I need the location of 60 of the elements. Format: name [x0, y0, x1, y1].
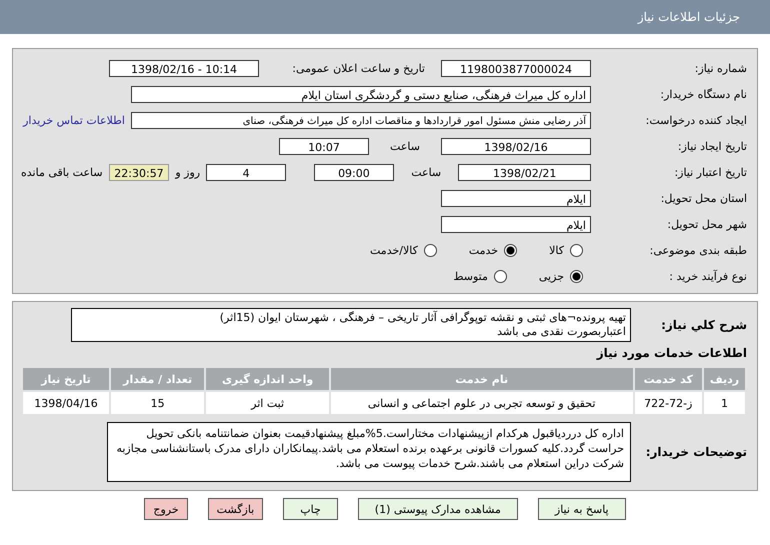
radio-label: کالا/خدمت	[370, 244, 418, 256]
field-label: نام دستگاه خریدار:	[659, 88, 747, 100]
created-time-field: 10:07	[279, 138, 369, 154]
action-button[interactable]: پاسخ به نیاز	[538, 498, 626, 520]
radio-label: متوسط	[453, 270, 488, 282]
validity-time-field: 09:00	[314, 164, 394, 180]
page-title: جزئیات اطلاعات نیاز	[638, 10, 740, 24]
buyer-notes-field: اداره کل درردیاقبول هرکدام ازپیشنهادات مختاراست.5%مبلغ پیشنهادقیمت بعنوان ضمانتنامه بانکی تحویل حراست گردد.کلیه کسورات قانونی برعهده برنده استعلام می باشد.پیمانکاران دارای مدرک باستانشناسی مجازبه شرکت دراین استعلام می باشند.شرح خدمات پیوست می باشد.	[107, 422, 631, 482]
table-cell: ز-72-722	[634, 392, 702, 414]
province-field: ایلام	[441, 190, 591, 206]
field-label: تاریخ اعتبار نیاز:	[673, 166, 747, 178]
table-cell: تحقیق و توسعه تجربی در علوم اجتماعی و انسانی	[330, 392, 632, 414]
table-cell: 1398/04/16	[23, 392, 110, 414]
field-label: ساعت	[389, 140, 421, 152]
radio-label: کالا	[549, 244, 564, 256]
field-label: توضیحات خریدار:	[644, 445, 747, 459]
field-label: نوع فرآیند خرید :	[668, 270, 747, 282]
radio-button[interactable]	[494, 270, 507, 282]
column-header: واحد اندازه گیری	[206, 368, 329, 390]
radio-label: جزیی	[538, 270, 564, 282]
field-label: روز و	[175, 166, 200, 178]
announce-date-field: 1398/02/16 - 10:14	[109, 60, 259, 76]
field-label: ساعت باقی مانده	[21, 166, 103, 178]
column-header: تعداد / مقدار	[111, 368, 204, 390]
column-header: ردیف	[704, 368, 745, 390]
action-button[interactable]: بازگشت	[208, 498, 264, 520]
field-label: شهر محل تحویل:	[666, 218, 747, 230]
section-title: اطلاعات خدمات مورد نیاز	[595, 346, 747, 360]
radio-button[interactable]	[570, 244, 583, 256]
field-label: تاریخ و ساعت اعلان عمومی:	[291, 62, 426, 74]
field-label: شماره نیاز:	[694, 62, 747, 74]
validity-date-field: 1398/02/21	[458, 164, 591, 180]
column-header: کد خدمت	[634, 368, 702, 390]
action-button[interactable]: خروج	[144, 498, 188, 520]
table-cell: 1	[704, 392, 745, 414]
column-header: نام خدمت	[330, 368, 632, 390]
radio-label: خدمت	[468, 244, 498, 256]
description-field: تهیه پرونده¬های ثبتی و نقشه توپوگرافی آثار تاریخی – فرهنگی ، شهرستان ایوان (15اثر) اعتباربصورت نقدی می باشد	[71, 308, 631, 342]
field-label: ایجاد کننده درخواست:	[644, 114, 747, 126]
field-label: ساعت	[410, 166, 442, 178]
city-field: ایلام	[441, 216, 591, 232]
column-header: تاریخ نیاز	[23, 368, 110, 390]
buyer-org-field: اداره کل میراث فرهنگی، صنایع دستی و گردشگری استان ایلام	[131, 86, 591, 102]
remaining-time-field: 22:30:57	[108, 164, 170, 180]
field-label: استان محل تحویل:	[660, 192, 747, 204]
radio-button[interactable]	[424, 244, 437, 256]
radio-button[interactable]	[570, 270, 583, 282]
need-number-field: 1198003877000024	[441, 60, 591, 76]
field-label: شرح کلي نياز:	[660, 318, 747, 332]
field-label: تاریخ ایجاد نیاز:	[676, 140, 747, 152]
action-button[interactable]: چاپ	[283, 498, 338, 520]
table-cell: ثبت اثر	[206, 392, 329, 414]
requester-field: آذر رضایی منش مسئول امور قراردادها و مناقصات اداره کل میراث فرهنگی، صنای	[131, 112, 591, 128]
radio-button[interactable]	[504, 244, 518, 256]
table-cell: 15	[111, 392, 204, 414]
action-button[interactable]: مشاهده مدارک پیوستی (1)	[358, 498, 518, 520]
created-date-field: 1398/02/16	[441, 138, 591, 154]
field-label: طبقه بندی موضوعی:	[648, 244, 747, 256]
days-field: 4	[206, 164, 286, 180]
buyer-contact-link[interactable]: اطلاعات تماس خریدار	[23, 114, 125, 126]
